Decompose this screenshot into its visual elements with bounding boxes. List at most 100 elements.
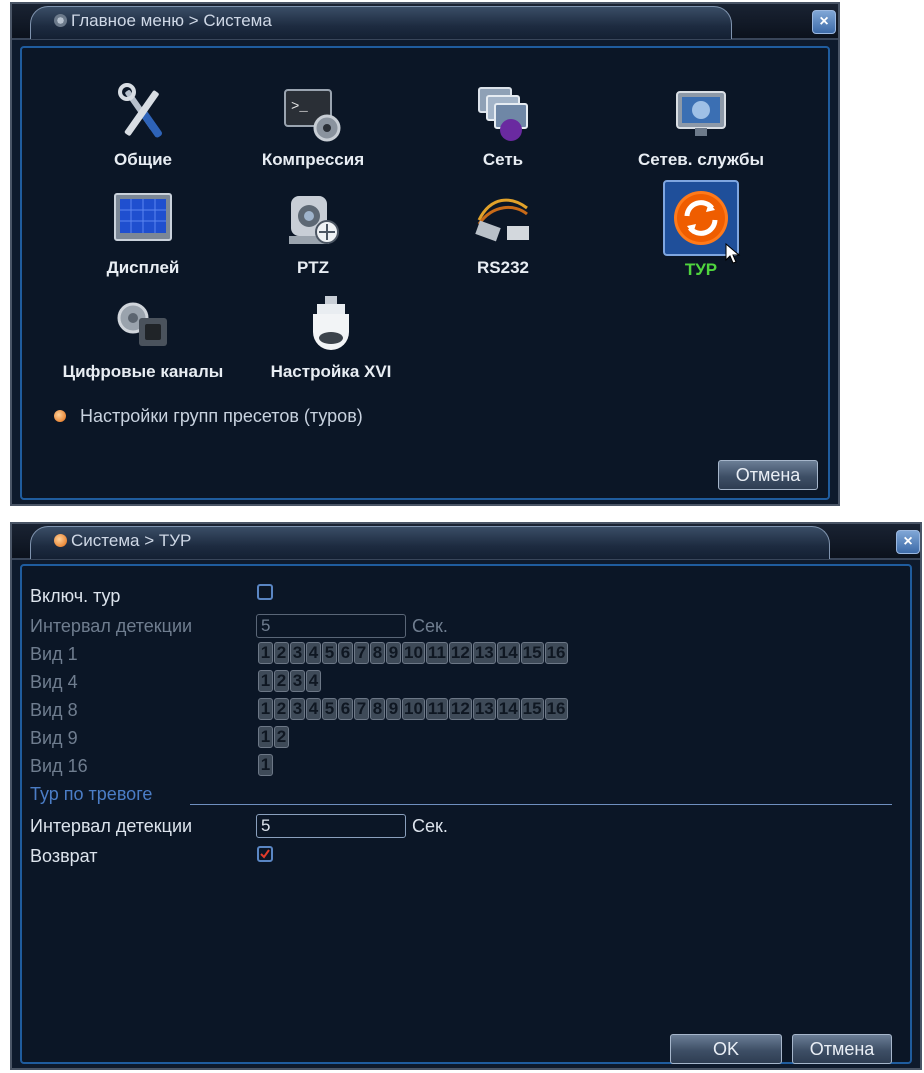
menu-item-ptz[interactable]: PTZ xyxy=(228,190,398,278)
menu-item-digital-channels[interactable]: Цифровые каналы xyxy=(58,294,228,382)
menu-item-label: PTZ xyxy=(296,258,330,277)
view-1-label: Вид 1 xyxy=(30,644,78,664)
channel-button[interactable]: 5 xyxy=(322,642,337,664)
channel-button[interactable]: 11 xyxy=(425,642,448,664)
channel-button[interactable]: 7 xyxy=(354,698,369,720)
mouse-cursor-icon xyxy=(725,242,741,264)
menu-item-label: ТУР xyxy=(684,260,718,279)
channel-button[interactable]: 4 xyxy=(306,642,321,664)
channel-button[interactable]: 2 xyxy=(274,726,289,748)
menu-item-display[interactable]: Дисплей xyxy=(58,190,228,278)
rs232-icon xyxy=(471,190,535,254)
hint-bullet-icon xyxy=(54,410,66,422)
channel-button[interactable]: 14 xyxy=(496,698,520,720)
channel-button[interactable]: 2 xyxy=(274,670,289,692)
channel-button[interactable]: 5 xyxy=(322,698,337,720)
channel-button[interactable]: 13 xyxy=(472,642,496,664)
xvi-icon xyxy=(299,294,363,358)
channel-button[interactable]: 6 xyxy=(338,642,353,664)
interval-label: Интервал детекции xyxy=(30,616,193,636)
compression-icon: >_ xyxy=(281,82,345,146)
ptz-icon xyxy=(281,190,345,254)
return-label: Возврат xyxy=(30,846,98,866)
ok-button[interactable]: OK xyxy=(670,1034,782,1064)
channel-button[interactable]: 10 xyxy=(402,642,425,664)
window-title-text: Система > ТУР xyxy=(71,531,192,550)
channel-button[interactable]: 6 xyxy=(338,698,353,720)
menu-item-label: Дисплей xyxy=(106,258,180,277)
close-button[interactable]: × xyxy=(812,10,836,34)
menu-item-compression[interactable]: >_ Компрессия xyxy=(228,82,398,170)
channel-button[interactable]: 3 xyxy=(290,670,305,692)
cancel-button[interactable]: Отмена xyxy=(792,1034,892,1064)
channel-button[interactable]: 9 xyxy=(386,698,401,720)
channel-button[interactable]: 11 xyxy=(425,698,448,720)
channel-button[interactable]: 4 xyxy=(306,670,321,692)
cancel-button[interactable]: Отмена xyxy=(718,460,818,490)
channel-button[interactable]: 13 xyxy=(472,698,496,720)
channel-button[interactable]: 9 xyxy=(386,642,401,664)
menu-item-net-services[interactable]: Сетев. службы xyxy=(616,82,786,170)
channel-button[interactable]: 12 xyxy=(448,698,472,720)
menu-item-label: Цифровые каналы xyxy=(62,362,224,381)
close-button[interactable]: × xyxy=(896,530,920,554)
channel-button[interactable]: 8 xyxy=(370,698,385,720)
alarm-interval-label: Интервал детекции xyxy=(30,816,193,836)
network-icon xyxy=(471,82,535,146)
channel-button[interactable]: 8 xyxy=(370,642,385,664)
channel-button[interactable]: 1 xyxy=(258,698,273,720)
channel-button[interactable]: 16 xyxy=(544,642,568,664)
view-8-buttons: 1 2 3 4 5 6 7 8 9 10 11 12 13 14 15 16 xyxy=(258,698,568,720)
menu-item-label: Сеть xyxy=(482,150,524,169)
channel-button[interactable]: 3 xyxy=(290,698,305,720)
window-title: Система > ТУР xyxy=(54,531,191,551)
tools-icon xyxy=(111,82,175,146)
tour-panel xyxy=(20,564,912,1064)
alarm-interval-unit: Сек. xyxy=(412,816,448,836)
window-title: Главное меню > Система xyxy=(54,11,272,31)
channel-button[interactable]: 2 xyxy=(274,698,289,720)
menu-item-network[interactable]: Сеть xyxy=(418,82,588,170)
svg-text:>_: >_ xyxy=(291,99,308,115)
channel-button[interactable]: 4 xyxy=(306,698,321,720)
enable-tour-checkbox[interactable] xyxy=(257,584,273,600)
channel-button[interactable]: 16 xyxy=(544,698,568,720)
channel-button[interactable]: 7 xyxy=(354,642,369,664)
status-hint-text: Настройки групп пресетов (туров) xyxy=(80,406,363,426)
tour-dialog-window: Система > ТУР × Включ. тур Интервал дете… xyxy=(10,522,922,1070)
interval-unit: Сек. xyxy=(412,616,448,636)
channel-button[interactable]: 1 xyxy=(258,754,273,776)
menu-item-label: Компрессия xyxy=(261,150,365,169)
status-hint: Настройки групп пресетов (туров) xyxy=(54,406,363,427)
alarm-interval-input[interactable]: 5 xyxy=(256,814,406,838)
view-4-buttons: 1 2 3 4 xyxy=(258,670,321,692)
menu-item-tour[interactable]: ТУР xyxy=(616,180,786,280)
view-8-label: Вид 8 xyxy=(30,700,78,720)
display-icon xyxy=(111,190,175,254)
channel-button[interactable]: 1 xyxy=(258,726,273,748)
return-checkbox[interactable] xyxy=(257,846,273,862)
menu-item-xvi[interactable]: Настройка XVI xyxy=(246,294,416,382)
menu-item-label: Настройка XVI xyxy=(270,362,392,381)
view-9-buttons: 1 2 xyxy=(258,726,289,748)
channel-button[interactable]: 15 xyxy=(520,642,544,664)
view-4-label: Вид 4 xyxy=(30,672,78,692)
channel-button[interactable]: 1 xyxy=(258,642,273,664)
menu-item-label: Общие xyxy=(114,150,172,169)
channel-button[interactable]: 15 xyxy=(520,698,544,720)
enable-tour-label: Включ. тур xyxy=(30,586,121,606)
menu-item-rs232[interactable]: RS232 xyxy=(418,190,588,278)
channel-button[interactable]: 1 xyxy=(258,670,273,692)
channel-button[interactable]: 14 xyxy=(496,642,520,664)
view-16-label: Вид 16 xyxy=(30,756,88,776)
channel-button[interactable]: 12 xyxy=(448,642,472,664)
title-bar: Главное меню > Система × xyxy=(12,4,838,40)
channel-button[interactable]: 3 xyxy=(290,642,305,664)
view-1-buttons: 1 2 3 4 5 6 7 8 9 10 11 12 13 14 15 16 xyxy=(258,642,568,664)
interval-input[interactable]: 5 xyxy=(256,614,406,638)
channel-button[interactable]: 2 xyxy=(274,642,289,664)
view-9-label: Вид 9 xyxy=(30,728,78,748)
menu-item-general[interactable]: Общие xyxy=(58,82,228,170)
channel-button[interactable]: 10 xyxy=(402,698,425,720)
menu-item-label: RS232 xyxy=(477,258,529,277)
